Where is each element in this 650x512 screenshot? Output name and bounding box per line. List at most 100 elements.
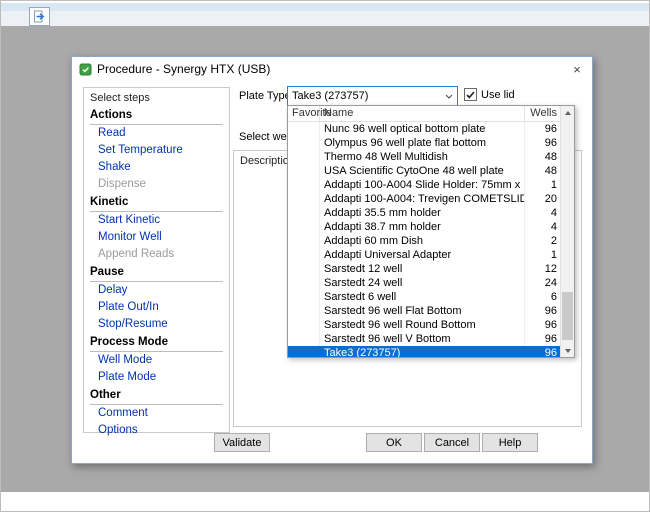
plate-list-row[interactable]: Sarstedt 24 well24 (288, 276, 561, 290)
favorite-cell (288, 192, 320, 206)
step-item-monitor-well[interactable]: Monitor Well (90, 229, 223, 246)
select-steps-label: Select steps (84, 88, 229, 106)
wells-count: 96 (525, 136, 561, 150)
plate-list-row[interactable]: Sarstedt 96 well Flat Bottom96 (288, 304, 561, 318)
wells-count: 6 (525, 290, 561, 304)
favorite-cell (288, 206, 320, 220)
plate-name: USA Scientific CytoOne 48 well plate (320, 164, 525, 178)
plate-list-row[interactable]: Thermo 48 Well Multidish48 (288, 150, 561, 164)
plate-name: Thermo 48 Well Multidish (320, 150, 525, 164)
favorite-cell (288, 304, 320, 318)
dialog-titlebar[interactable]: Procedure - Synergy HTX (USB) × (72, 57, 592, 81)
plate-list-row[interactable]: Take3 (273757)96 (288, 346, 561, 357)
plate-name: Take3 (273757) (320, 346, 525, 357)
section-header-process-mode: Process Mode (90, 334, 223, 352)
plate-list-row[interactable]: Addapti 38.7 mm holder4 (288, 220, 561, 234)
export-page-icon (33, 10, 46, 23)
column-favorite[interactable]: Favorite (288, 106, 320, 121)
step-item-options[interactable]: Options (90, 422, 223, 439)
dialog-title: Procedure - Synergy HTX (USB) (97, 62, 270, 76)
wells-count: 4 (525, 220, 561, 234)
wells-count: 24 (525, 276, 561, 290)
step-item-delay[interactable]: Delay (90, 282, 223, 299)
step-item-stop-resume[interactable]: Stop/Resume (90, 316, 223, 333)
plate-list-row[interactable]: Addapti 100-A004 Slide Holder: 75mm x 50… (288, 178, 561, 192)
favorite-cell (288, 318, 320, 332)
plate-list-row[interactable]: Addapti 100-A004: Trevigen COMETSLIDE HT… (288, 192, 561, 206)
plate-name: Addapti 60 mm Dish (320, 234, 525, 248)
favorite-cell (288, 150, 320, 164)
favorite-cell (288, 248, 320, 262)
wells-count: 96 (525, 304, 561, 318)
plate-name: Sarstedt 12 well (320, 262, 525, 276)
step-item-shake[interactable]: Shake (90, 159, 223, 176)
plate-list-row[interactable]: Nunc 96 well optical bottom plate96 (288, 122, 561, 136)
ok-button[interactable]: OK (366, 433, 422, 452)
use-lid-checkbox[interactable]: Use lid (464, 88, 515, 101)
step-item-append-reads: Append Reads (90, 246, 223, 263)
wells-count: 4 (525, 206, 561, 220)
dropdown-header: Favorite Name Wells (288, 106, 561, 122)
toolbar-button[interactable] (29, 7, 50, 26)
plate-list-row[interactable]: Addapti 35.5 mm holder4 (288, 206, 561, 220)
wells-count: 96 (525, 122, 561, 136)
favorite-cell (288, 136, 320, 150)
screen: Procedure - Synergy HTX (USB) × Select s… (0, 0, 650, 512)
validate-button[interactable]: Validate (214, 433, 270, 452)
sidebar-sections: ActionsReadSet TemperatureShakeDispenseK… (84, 107, 229, 439)
scroll-up-icon[interactable] (561, 106, 574, 119)
close-button[interactable]: × (562, 57, 592, 81)
plate-list-row[interactable]: Olympus 96 well plate flat bottom96 (288, 136, 561, 150)
plate-list-row[interactable]: Sarstedt 12 well12 (288, 262, 561, 276)
favorite-cell (288, 276, 320, 290)
step-item-plate-mode[interactable]: Plate Mode (90, 369, 223, 386)
wells-count: 96 (525, 332, 561, 346)
plate-name: Sarstedt 96 well Round Bottom (320, 318, 525, 332)
plate-name: Sarstedt 96 well V Bottom (320, 332, 525, 346)
dropdown-scrollbar[interactable] (560, 106, 574, 357)
plate-type-dropdown: Favorite Name Wells Nunc 96 well optical… (287, 105, 575, 358)
plate-name: Addapti Universal Adapter (320, 248, 525, 262)
plate-list-row[interactable]: Sarstedt 96 well Round Bottom96 (288, 318, 561, 332)
step-item-plate-out-in[interactable]: Plate Out/In (90, 299, 223, 316)
wells-count: 1 (525, 248, 561, 262)
step-item-start-kinetic[interactable]: Start Kinetic (90, 212, 223, 229)
wells-count: 96 (525, 318, 561, 332)
plate-list: Nunc 96 well optical bottom plate96Olymp… (288, 122, 561, 357)
step-item-read[interactable]: Read (90, 125, 223, 142)
column-name[interactable]: Name (320, 106, 525, 121)
plate-name: Nunc 96 well optical bottom plate (320, 122, 525, 136)
step-item-set-temperature[interactable]: Set Temperature (90, 142, 223, 159)
favorite-cell (288, 220, 320, 234)
section-header-pause: Pause (90, 264, 223, 282)
plate-name: Sarstedt 24 well (320, 276, 525, 290)
plate-type-value: Take3 (273757) (288, 90, 441, 102)
section-header-other: Other (90, 387, 223, 405)
procedure-icon (79, 63, 92, 76)
plate-list-row[interactable]: Sarstedt 96 well V Bottom96 (288, 332, 561, 346)
plate-list-row[interactable]: USA Scientific CytoOne 48 well plate48 (288, 164, 561, 178)
use-lid-label: Use lid (481, 89, 515, 101)
scrollbar-thumb[interactable] (562, 292, 573, 340)
scroll-down-icon[interactable] (561, 344, 574, 357)
chevron-down-icon[interactable] (441, 87, 457, 105)
plate-name: Addapti 100-A004: Trevigen COMETSLIDE HT… (320, 192, 525, 206)
plate-list-row[interactable]: Sarstedt 6 well6 (288, 290, 561, 304)
plate-type-combobox[interactable]: Take3 (273757) (287, 86, 458, 106)
procedure-dialog: Procedure - Synergy HTX (USB) × Select s… (71, 56, 593, 464)
plate-list-row[interactable]: Addapti Universal Adapter1 (288, 248, 561, 262)
column-wells[interactable]: Wells (525, 106, 561, 121)
favorite-cell (288, 332, 320, 346)
plate-type-label: Plate Type: (239, 90, 294, 102)
plate-list-row[interactable]: Addapti 60 mm Dish2 (288, 234, 561, 248)
step-item-comment[interactable]: Comment (90, 405, 223, 422)
checkbox-box[interactable] (464, 88, 477, 101)
cancel-button[interactable]: Cancel (424, 433, 480, 452)
favorite-cell (288, 234, 320, 248)
plate-name: Addapti 35.5 mm holder (320, 206, 525, 220)
plate-name: Sarstedt 96 well Flat Bottom (320, 304, 525, 318)
step-item-well-mode[interactable]: Well Mode (90, 352, 223, 369)
wells-count: 48 (525, 164, 561, 178)
help-button[interactable]: Help (482, 433, 538, 452)
plate-name: Olympus 96 well plate flat bottom (320, 136, 525, 150)
